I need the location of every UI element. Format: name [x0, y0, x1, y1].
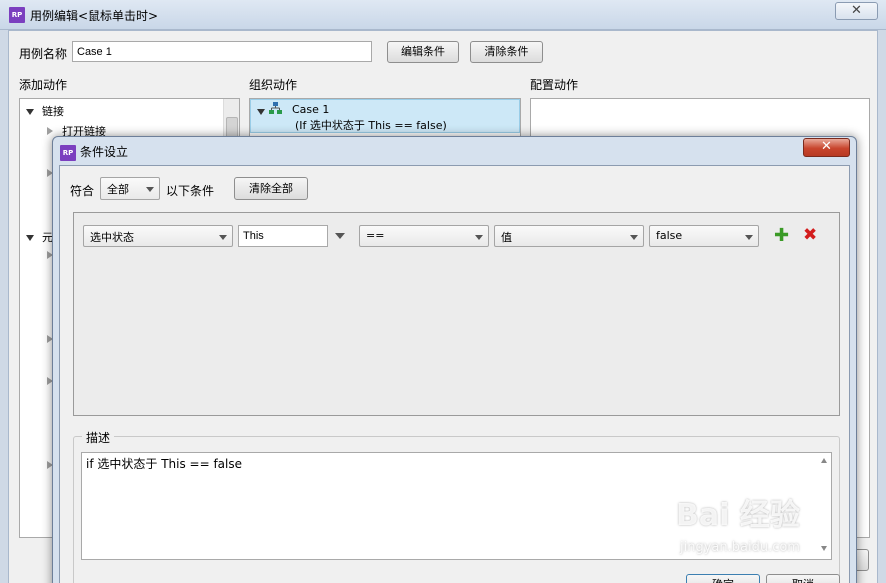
plus-icon[interactable]: ✚ — [774, 227, 789, 245]
expand-triangle-icon[interactable] — [47, 127, 53, 135]
chevron-down-icon — [475, 235, 483, 240]
dialog-title: 条件设立 — [80, 145, 129, 159]
collapse-triangle-icon[interactable] — [26, 235, 34, 241]
chevron-down-icon — [146, 187, 154, 192]
outer-title-bar: RP 用例编辑<鼠标单击时> ✕ — [0, 0, 886, 30]
value-type-value: 值 — [501, 231, 512, 244]
collapse-triangle-icon[interactable] — [257, 109, 265, 115]
condition-target-input[interactable] — [238, 225, 328, 247]
tree-group-links[interactable]: 链接 — [26, 103, 64, 119]
match-label: 符合 — [70, 184, 95, 198]
ok-button[interactable]: 确定 — [686, 574, 760, 583]
match-select-value: 全部 — [107, 183, 129, 196]
baidu-watermark-url: jingyan.baidu.com — [680, 540, 800, 555]
value-type-select[interactable]: 值 — [494, 225, 644, 247]
tree-group-links-label: 链接 — [42, 105, 64, 118]
scroll-down-icon[interactable] — [821, 546, 827, 551]
case-name-label: 用例名称 — [19, 47, 68, 61]
dialog-close-button[interactable]: ✕ — [803, 138, 850, 157]
case-item-condition: (If 选中状态于 This == false) — [295, 119, 447, 132]
chevron-down-icon — [219, 235, 227, 240]
case-name-input[interactable] — [72, 41, 372, 62]
description-text: if 选中状态于 This == false — [86, 457, 242, 471]
value-select-value: false — [656, 229, 683, 242]
match-suffix-label: 以下条件 — [166, 184, 215, 198]
outer-window-title: 用例编辑<鼠标单击时> — [30, 9, 159, 23]
configure-action-heading: 配置动作 — [530, 78, 579, 92]
outer-close-button[interactable]: ✕ — [835, 2, 878, 20]
chevron-down-icon — [745, 235, 753, 240]
clear-all-button[interactable]: 清除全部 — [234, 177, 308, 200]
match-select[interactable]: 全部 — [100, 177, 160, 200]
collapse-triangle-icon[interactable] — [26, 109, 34, 115]
rp-app-icon: RP — [60, 145, 76, 161]
x-icon[interactable]: ✖ — [803, 227, 817, 244]
clear-condition-button[interactable]: 清除条件 — [470, 41, 543, 63]
organize-action-heading: 组织动作 — [249, 78, 298, 92]
tree-group-elements[interactable]: 元 — [26, 229, 53, 245]
rp-app-icon: RP — [9, 7, 25, 23]
baidu-watermark: Bai 经验 — [676, 498, 800, 533]
case-tree-icon — [269, 102, 282, 114]
cancel-button[interactable]: 取消 — [766, 574, 840, 583]
operator-select[interactable]: == — [359, 225, 489, 247]
condition-list: 选中状态 == 值 false ✚ ✖ — [73, 212, 840, 416]
value-select[interactable]: false — [649, 225, 759, 247]
condition-type-value: 选中状态 — [90, 231, 134, 244]
operator-value: == — [366, 229, 385, 242]
scroll-up-icon[interactable] — [821, 458, 827, 463]
edit-condition-button[interactable]: 编辑条件 — [387, 41, 459, 63]
target-dropdown-icon[interactable] — [335, 233, 345, 239]
condition-type-select[interactable]: 选中状态 — [83, 225, 233, 247]
chevron-down-icon — [630, 235, 638, 240]
case-item-name: Case 1 — [292, 103, 330, 116]
add-action-heading: 添加动作 — [19, 78, 68, 92]
description-legend: 描述 — [82, 429, 115, 446]
